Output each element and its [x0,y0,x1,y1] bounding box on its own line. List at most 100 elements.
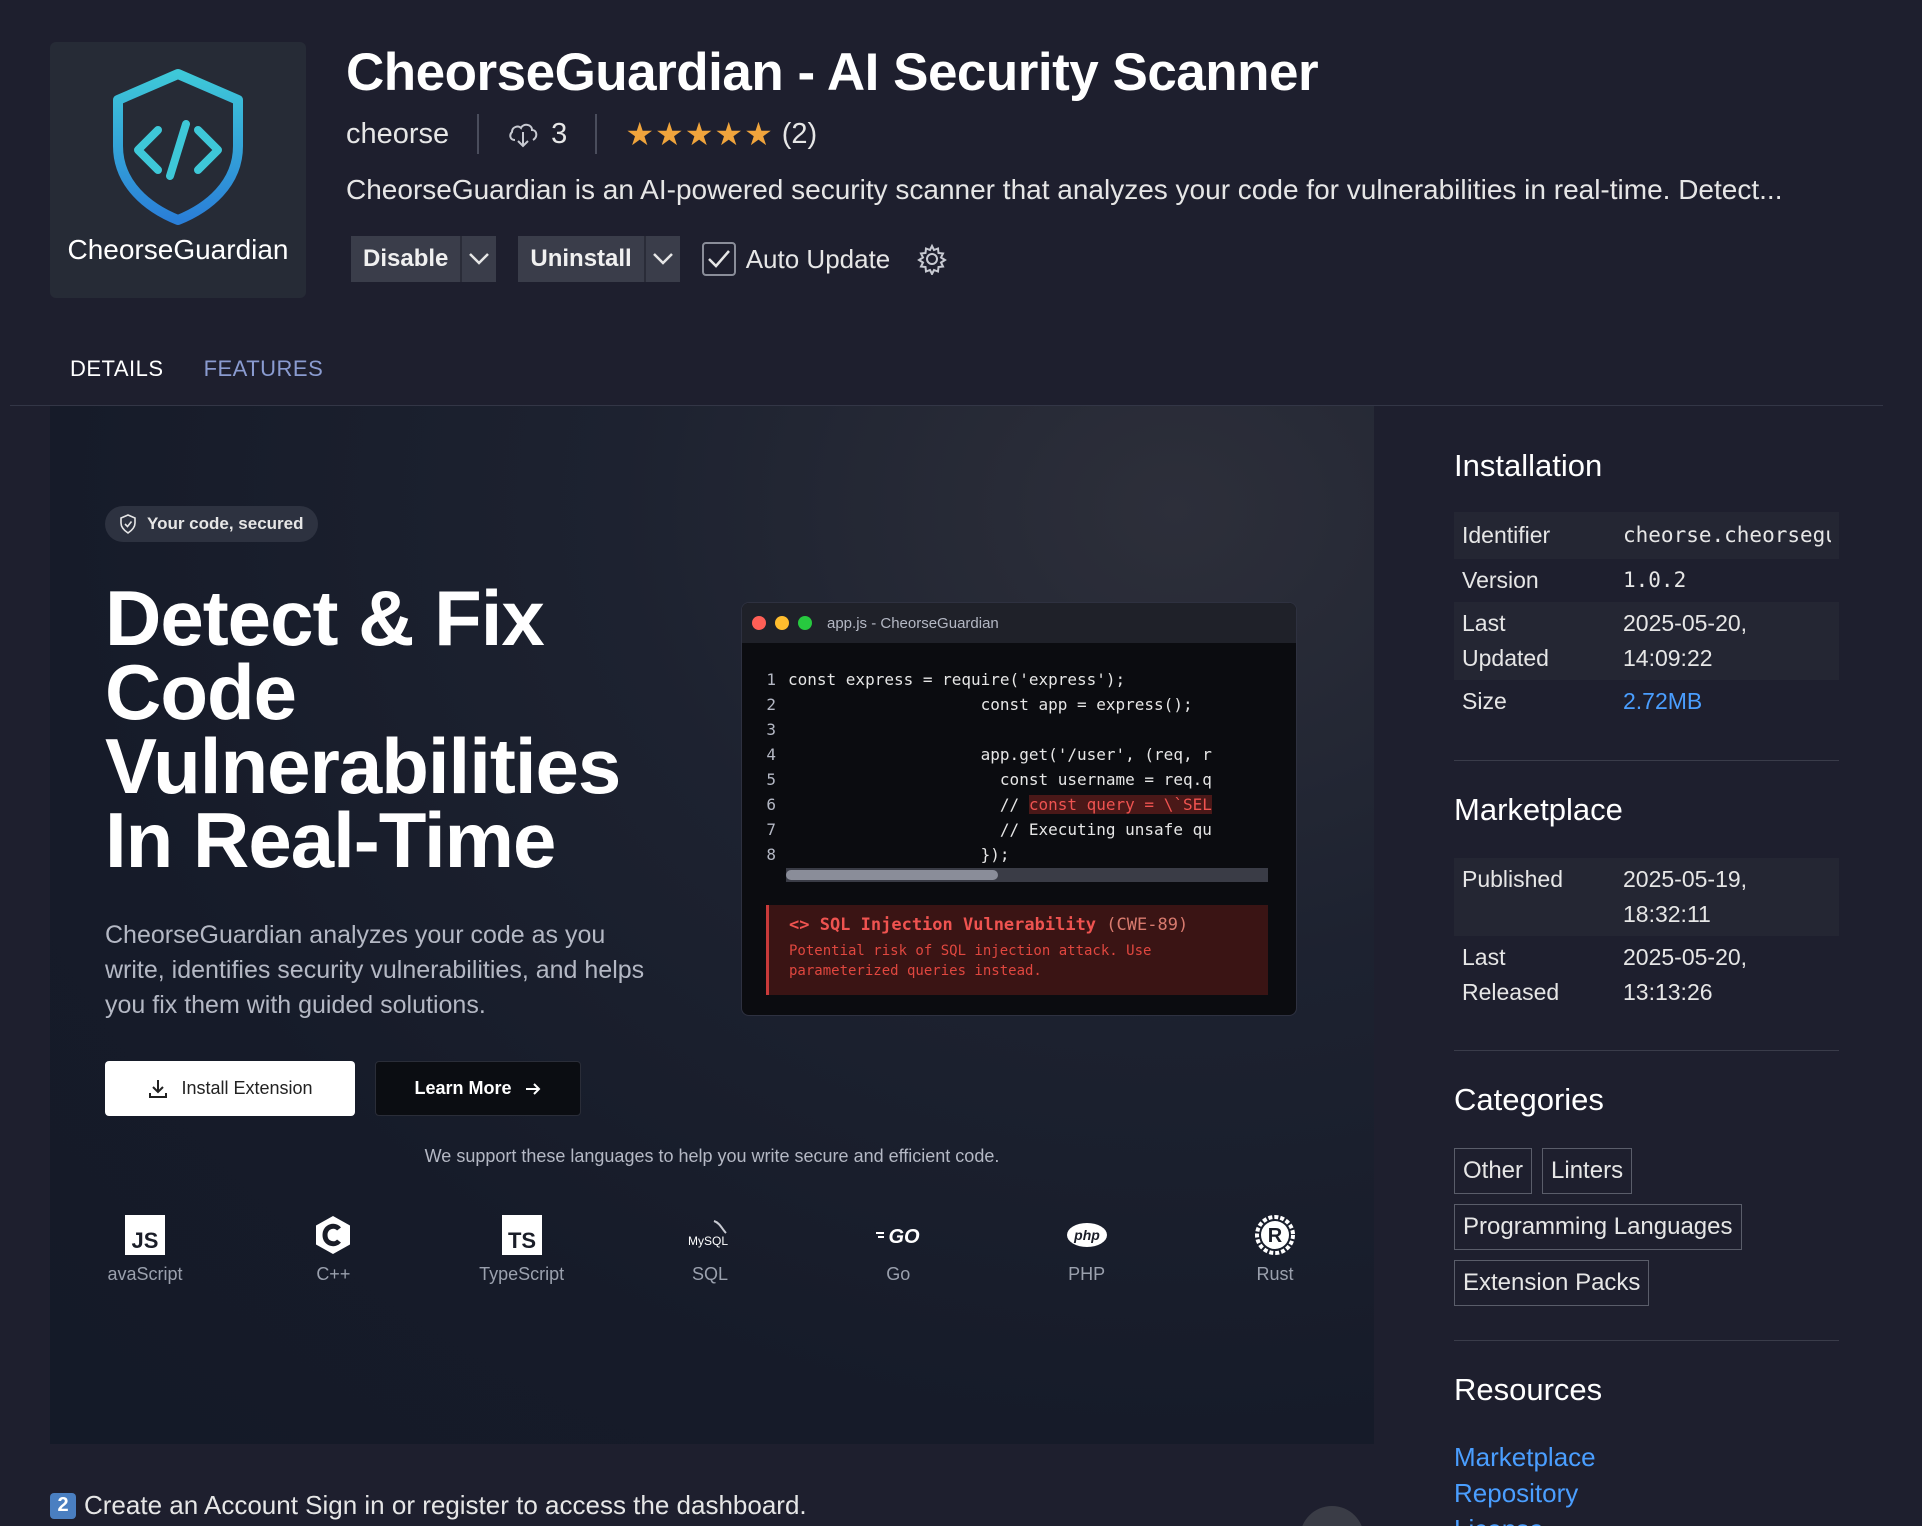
secured-badge: Your code, secured [105,506,318,542]
maximize-dot-icon [798,616,812,630]
published-row: Published 2025-05-19, 18:32:11 [1454,858,1839,936]
auto-update-checkbox[interactable] [701,242,736,276]
download-icon [149,1079,168,1098]
section-divider [1454,1050,1839,1051]
last-updated-key: Last Updated [1462,606,1623,676]
gear-icon[interactable] [916,243,948,275]
value-line: 14:09:22 [1623,645,1713,671]
tab-features[interactable]: FEATURES [184,356,344,408]
divider [477,114,480,154]
mysql-icon: MySQL [688,1220,728,1248]
line-number: 8 [766,845,776,864]
language-item: TS TypeScript [447,1214,597,1285]
line-number: 2 [766,695,776,714]
vulnerable-code-highlight: const query = \`SEL [1028,795,1212,814]
category-chip[interactable]: Other [1454,1148,1533,1194]
marketplace-heading: Marketplace [1454,792,1623,827]
category-chip[interactable]: Linters [1542,1148,1633,1194]
last-updated-row: Last Updated 2025-05-20, 14:09:22 [1454,602,1839,680]
language-name: C++ [316,1264,351,1284]
scrollbar-thumb[interactable] [786,870,998,880]
installation-table: Identifier cheorse.cheorseguardi Version… [1454,512,1839,723]
language-item: R Rust [1200,1214,1350,1285]
resources-heading: Resources [1454,1372,1603,1407]
language-item: php PHP [1012,1214,1162,1285]
alert-body-line: parameterized queries instead. [789,963,1042,979]
disable-button[interactable]: Disable [351,236,463,282]
code-line: const app = express(); [788,695,1193,714]
learn-more-button[interactable]: Learn More [375,1061,581,1116]
headline-line: Detect & Fix [105,574,545,662]
install-count: 3 [507,118,567,151]
alert-cwe: (CWE-89) [1106,915,1189,935]
resource-links: Marketplace Repository License [1454,1439,1596,1526]
uninstall-button[interactable]: Uninstall [518,236,646,282]
marketplace-link[interactable]: Marketplace [1454,1439,1596,1475]
disable-dropdown-button[interactable] [462,236,497,282]
installation-heading: Installation [1454,448,1603,483]
code-editor-mockup: app.js - CheorseGuardian 1 const express… [741,602,1297,1016]
code-line: // const query = \`SEL [788,792,1212,817]
category-chip[interactable]: Programming Languages [1454,1204,1742,1250]
categories-heading: Categories [1454,1082,1604,1117]
minimize-dot-icon [775,616,789,630]
identifier-row: Identifier cheorse.cheorseguardi [1454,512,1839,559]
language-list: JS avaScript C++ TS TypeScript MySQL SQL… [70,1214,1350,1285]
line-number: 6 [766,795,776,814]
publisher-link[interactable]: cheorse [346,118,449,151]
typescript-icon: TS [501,1215,542,1255]
language-item: MySQL SQL [635,1214,785,1285]
disable-split-button: Disable [351,236,497,282]
svg-text:MySQL: MySQL [688,1234,728,1248]
category-list: Other Linters Programming Languages Exte… [1454,1148,1839,1306]
headline-line: Vulnerabilities [105,722,621,810]
value-line: 2025-05-20, [1623,944,1748,970]
auto-update-label[interactable]: Auto Update [746,244,891,275]
checkmark-icon [707,250,730,268]
svg-text:TS: TS [508,1228,536,1253]
shield-code-icon [113,69,243,225]
value-line: 18:32:11 [1623,901,1711,927]
window-title: app.js - CheorseGuardian [827,614,999,632]
extension-title: CheorseGuardian - AI Security Scanner [346,43,1319,102]
version-key: Version [1462,567,1539,593]
readme-hero-banner: Your code, secured Detect & Fix Code Vul… [50,406,1374,1444]
headline-line: In Real-Time [105,796,556,884]
hero-description: CheorseGuardian analyzes your code as yo… [105,921,645,1019]
key-line: Released [1462,979,1560,1005]
license-link[interactable]: License [1454,1511,1596,1526]
language-name: Go [886,1264,911,1284]
language-item: C++ [258,1214,408,1285]
rating-count[interactable]: (2) [782,118,817,151]
size-link[interactable]: 2.72MB [1623,684,1831,719]
extension-logo: CheorseGuardian [50,42,306,298]
published-value: 2025-05-19, 18:32:11 [1623,862,1831,932]
value-line: 13:13:26 [1623,979,1713,1005]
key-line: Last [1462,944,1506,970]
uninstall-dropdown-button[interactable] [645,236,680,282]
shield-check-icon [120,514,136,534]
scroll-to-top-button[interactable] [1300,1506,1364,1526]
key-line: Last [1462,610,1506,636]
section-divider [1454,1340,1839,1341]
close-dot-icon [752,616,766,630]
repository-link[interactable]: Repository [1454,1475,1596,1511]
language-name: avaScript [107,1264,183,1284]
cloud-download-icon [509,123,538,148]
alert-body-line: Potential risk of SQL injection attack. … [789,943,1152,959]
chevron-down-icon [652,253,673,265]
category-chip[interactable]: Extension Packs [1454,1260,1650,1306]
svg-text:JS: JS [132,1228,159,1253]
version-value: 1.0.2 [1623,568,1687,592]
size-row: Size 2.72MB [1454,680,1839,723]
secured-badge-label: Your code, secured [147,514,304,533]
language-name: TypeScript [479,1264,565,1284]
languages-caption: We support these languages to help you w… [424,1146,1000,1166]
language-item: GO Go [823,1214,973,1285]
rating-stars[interactable]: ★★★★★ [625,115,773,153]
alert-title: <> SQL Injection Vulnerability (CWE-89) [789,915,1268,935]
tab-details[interactable]: DETAILS [50,356,184,408]
arrow-right-icon [525,1082,540,1095]
window-titlebar: app.js - CheorseGuardian [742,603,1296,643]
install-extension-button[interactable]: Install Extension [105,1061,355,1116]
